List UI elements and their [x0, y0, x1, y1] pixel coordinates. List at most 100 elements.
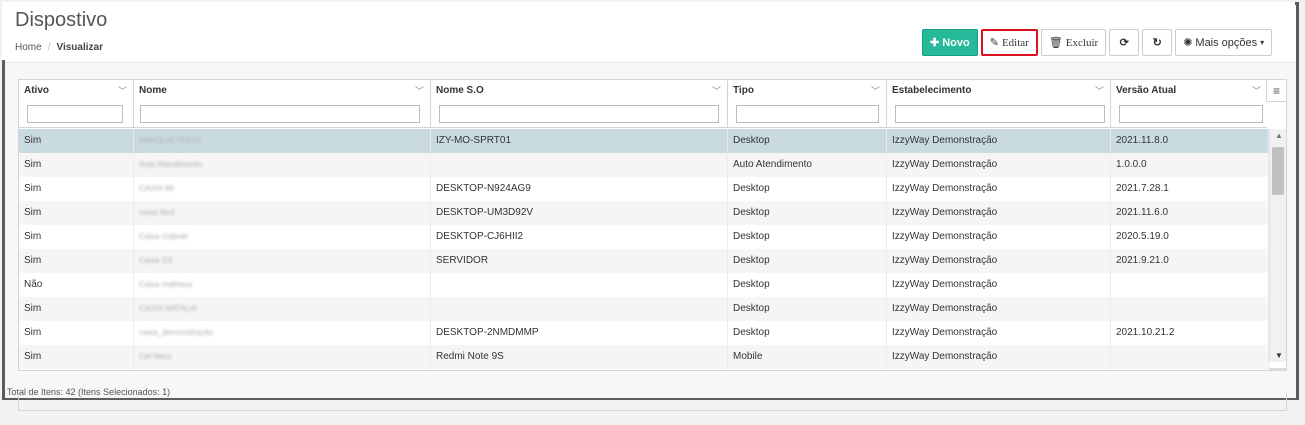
toolbar: ✚ Novo ✎ Editar 🗑 Excluir ⟳ ↻ ✺ Mais opç… [922, 29, 1273, 57]
cell-text: Não [24, 279, 43, 290]
column-menu-button[interactable]: ≡ [1266, 80, 1286, 102]
column-header-ativo[interactable]: Ativo ﹀ [19, 80, 134, 128]
editar-button-label: Editar [1001, 36, 1029, 49]
table-row[interactable]: Não Caixa matheus Desktop IzzyWay Demonstra… [19, 273, 1269, 297]
cell-nome: ANAGLIA TESTE [134, 129, 431, 153]
cell-versao [1111, 297, 1269, 321]
table-row[interactable]: Sim Caixa SS SERVIDOR Desktop IzzyWay Demons… [19, 249, 1269, 273]
filter-input-nome-so[interactable] [439, 105, 719, 123]
table-row[interactable]: Sim caixa Ned DESKTOP-UM3D92V Desktop IzzyWa… [19, 201, 1269, 225]
breadcrumb-home[interactable]: Home [15, 42, 42, 53]
cell-nome-so [431, 297, 728, 321]
chevron-down-icon[interactable]: ﹀ [118, 84, 127, 97]
cell-ativo: Sim [19, 153, 134, 177]
sync-icon: ⟳ [1119, 37, 1129, 49]
trash-icon: 🗑 [1048, 37, 1063, 49]
refresh-button[interactable]: ↻ [1142, 29, 1173, 56]
cell-ativo: Sim [19, 225, 134, 249]
cell-text: Desktop [733, 255, 770, 266]
cell-text: Mobile [733, 351, 763, 362]
column-label: Nome [139, 85, 167, 96]
chevron-down-icon[interactable]: ﹀ [871, 84, 880, 97]
column-header-tipo[interactable]: Tipo ﹀ [728, 80, 887, 128]
cell-tipo: Mobile [728, 345, 887, 369]
table-row[interactable]: Sim Auto Atendimento Auto Atendimento IzzyW… [19, 153, 1269, 177]
table-row[interactable]: Sim Caixa Gabriel DESKTOP-CJ6HII2 Desktop Iz… [19, 225, 1269, 249]
cell-versao: 2021.9.21.0 [1111, 249, 1269, 273]
cell-text: Redmi Note 9S [436, 351, 504, 362]
filter-input-nome[interactable] [140, 105, 420, 123]
chevron-down-icon[interactable]: ﹀ [415, 84, 424, 97]
cell-text: Desktop [733, 231, 770, 242]
cell-tipo: Desktop [728, 273, 887, 297]
column-header-versao-atual[interactable]: Versão Atual ﹀ [1111, 80, 1267, 128]
vertical-scrollbar[interactable]: ▲ ▼ [1269, 129, 1286, 362]
cell-text: IzzyWay Demonstração [892, 231, 998, 242]
chevron-down-icon[interactable]: ﹀ [712, 84, 721, 97]
scrollbar-thumb[interactable] [1272, 147, 1284, 195]
cell-nome: CAIXA 88 [134, 177, 431, 201]
cell-text: caixa_demonstração [139, 328, 213, 337]
table-row[interactable]: Sim ANAGLIA TESTE IZY-MO-SPRT01 Desktop Izzy… [19, 129, 1269, 153]
novo-button[interactable]: ✚ Novo [922, 29, 978, 56]
cell-text: 1.0.0.0 [1116, 159, 1147, 170]
cell-text: IzzyWay Demonstração [892, 159, 998, 170]
cell-nome: caixa_demonstração [134, 321, 431, 345]
cell-text: 2021.7.28.1 [1116, 183, 1169, 194]
caret-down-icon: ▾ [1260, 38, 1265, 47]
cell-text: DESKTOP-N924AG9 [436, 183, 531, 194]
gear-icon: ✺ [1183, 37, 1193, 49]
chevron-down-icon[interactable]: ﹀ [1252, 84, 1261, 97]
filter-input-estabelecimento[interactable] [895, 105, 1105, 123]
filter-input-versao-atual[interactable] [1119, 105, 1263, 123]
breadcrumb-current: Visualizar [56, 42, 103, 53]
cell-ativo: Sim [19, 297, 134, 321]
filter-input-tipo[interactable] [736, 105, 879, 123]
cell-nome-so: IZY-MO-SPRT01 [431, 129, 728, 153]
cell-estabelecimento: IzzyWay Demonstração [887, 273, 1111, 297]
column-header-nome[interactable]: Nome ﹀ [134, 80, 431, 128]
scroll-left-icon[interactable]: ◀ [24, 370, 30, 371]
excluir-button[interactable]: 🗑 Excluir [1040, 29, 1107, 56]
cell-text: Sim [24, 351, 42, 362]
cell-text: 2021.10.21.2 [1116, 327, 1175, 338]
cell-text: Sim [24, 207, 42, 218]
cell-text: IzzyWay Demonstração [892, 327, 998, 338]
cell-nome: Caixa SS [134, 249, 431, 273]
cell-text: Sim [24, 183, 42, 194]
cell-versao: 2021.10.21.2 [1111, 321, 1269, 345]
cell-estabelecimento: IzzyWay Demonstração [887, 153, 1111, 177]
cell-text: Caixa matheus [139, 280, 193, 289]
cell-nome: Auto Atendimento [134, 153, 431, 177]
breadcrumb-separator: / [47, 42, 51, 53]
cell-text: CAIXA 88 [139, 184, 174, 193]
cell-nome-so: SERVIDOR [431, 249, 728, 273]
cell-versao [1111, 345, 1269, 369]
table-row[interactable]: Sim Cel Necs Redmi Note 9S Mobile IzzyWay De… [19, 345, 1269, 369]
table-row[interactable]: Sim CAIXA NATALIA Desktop IzzyWay Demonstra… [19, 297, 1269, 321]
cell-text: Desktop [733, 183, 770, 194]
sync-button[interactable]: ⟳ [1109, 29, 1140, 56]
cell-estabelecimento: IzzyWay Demonstração [887, 177, 1111, 201]
table-row[interactable]: Sim caixa_demonstração DESKTOP-2NMDMMP Desk… [19, 321, 1269, 345]
menu-icon: ≡ [1272, 83, 1280, 98]
scroll-up-icon[interactable]: ▲ [1275, 131, 1283, 140]
filter-input-ativo[interactable] [27, 105, 123, 123]
horizontal-scrollbar[interactable]: ◀ ▶ [19, 368, 1269, 371]
column-header-nome-so[interactable]: Nome S.O ﹀ [431, 80, 728, 128]
devices-grid: Ativo ﹀ Nome ﹀ Nome S.O ﹀ Tipo ﹀ Estabel… [18, 79, 1287, 371]
cell-text: DESKTOP-2NMDMMP [436, 327, 539, 338]
breadcrumb: Home / Visualizar [15, 42, 103, 53]
chevron-down-icon[interactable]: ﹀ [1095, 84, 1104, 97]
cell-nome-so: DESKTOP-UM3D92V [431, 201, 728, 225]
mais-opcoes-button[interactable]: ✺ Mais opções ▾ [1175, 29, 1273, 56]
cell-text: IzzyWay Demonstração [892, 303, 998, 314]
column-header-estabelecimento[interactable]: Estabelecimento ﹀ [887, 80, 1111, 128]
table-row[interactable]: Sim CAIXA 88 DESKTOP-N924AG9 Desktop IzzyWay… [19, 177, 1269, 201]
cell-tipo: Desktop [728, 249, 887, 273]
scroll-down-icon[interactable]: ▼ [1275, 351, 1283, 360]
editar-button[interactable]: ✎ Editar [980, 29, 1038, 56]
cell-nome: Caixa matheus [134, 273, 431, 297]
scroll-right-icon[interactable]: ▶ [1258, 370, 1264, 371]
cell-nome-so [431, 153, 728, 177]
